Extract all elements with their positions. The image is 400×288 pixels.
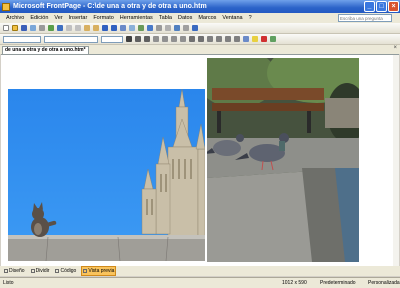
bullets-icon[interactable]: [216, 36, 222, 42]
paste-icon[interactable]: [84, 25, 90, 31]
underline-icon[interactable]: [144, 36, 150, 42]
new-page-icon[interactable]: [3, 25, 9, 31]
open-folder-icon[interactable]: [12, 25, 18, 31]
folder-list-icon[interactable]: [174, 25, 180, 31]
justify-icon[interactable]: [180, 36, 186, 42]
page-preview-area: [1, 54, 399, 266]
close-button[interactable]: ×: [388, 1, 399, 12]
insert-table-icon[interactable]: [129, 25, 135, 31]
toolbar-options-icon[interactable]: [270, 36, 276, 42]
menu-tools[interactable]: Herramientas: [120, 15, 153, 21]
font-color-icon[interactable]: [261, 36, 267, 42]
publish-icon[interactable]: [30, 25, 36, 31]
menu-format[interactable]: Formato: [93, 15, 113, 21]
window-title: Microsoft FrontPage - C:\de una a otra y…: [13, 3, 207, 10]
tab-design[interactable]: Diseño: [3, 267, 26, 275]
menu-window[interactable]: Ventana: [222, 15, 242, 21]
vertical-scrollbar[interactable]: [393, 55, 399, 266]
menu-data[interactable]: Datos: [178, 15, 192, 21]
cat-cathedral-image: [8, 89, 205, 261]
preview-in-browser-icon[interactable]: [48, 25, 54, 31]
help-icon[interactable]: [192, 25, 198, 31]
bold-icon[interactable]: [126, 36, 132, 42]
tab-preview[interactable]: Vista previa: [81, 266, 117, 276]
font-dropdown[interactable]: [44, 35, 98, 43]
style-dropdown[interactable]: [3, 35, 41, 43]
numbering-icon[interactable]: [207, 36, 213, 42]
insert-picture-icon[interactable]: [138, 25, 144, 31]
increase-font-icon[interactable]: [189, 36, 195, 42]
increase-indent-icon[interactable]: [234, 36, 240, 42]
decrease-font-icon[interactable]: [198, 36, 204, 42]
spelling-icon[interactable]: [57, 25, 63, 31]
format-painter-icon[interactable]: [93, 25, 99, 31]
cut-icon[interactable]: [66, 25, 72, 31]
pigeons-photo: [207, 58, 359, 262]
document-tab-bar: de una a otra y de otra a uno.htm* ×: [0, 45, 400, 54]
design-view-icon: [4, 269, 8, 273]
menu-help[interactable]: ?: [249, 15, 252, 21]
hyperlink-icon[interactable]: [147, 25, 153, 31]
highlight-color-icon[interactable]: [252, 36, 258, 42]
menu-table[interactable]: Tabla: [159, 15, 172, 21]
style-indicator[interactable]: Personalizada: [368, 280, 400, 286]
formatting-toolbar: [0, 34, 400, 45]
redo-icon[interactable]: [111, 25, 117, 31]
web-component-icon[interactable]: [120, 25, 126, 31]
view-tabs-bar: Diseño Dividir Código Vista previa: [0, 266, 400, 276]
align-center-icon[interactable]: [162, 36, 168, 42]
save-icon[interactable]: [21, 25, 27, 31]
page-size-indicator[interactable]: 1012 x 590: [282, 280, 307, 286]
pigeons-image: [207, 58, 359, 262]
split-view-icon: [30, 269, 35, 273]
show-all-icon[interactable]: [183, 25, 189, 31]
menu-edit[interactable]: Edición: [30, 15, 48, 21]
align-left-icon[interactable]: [153, 36, 159, 42]
mode-indicator[interactable]: Predeterminado: [320, 280, 356, 286]
stop-icon[interactable]: [165, 25, 171, 31]
frontpage-app-icon: [2, 2, 10, 11]
refresh-icon[interactable]: [156, 25, 162, 31]
status-bar: Listo 1012 x 590 Predeterminado Personal…: [0, 277, 400, 288]
menu-bar: Archivo Edición Ver Insertar Formato Her…: [0, 13, 400, 23]
tab-code[interactable]: Código: [54, 267, 77, 275]
window-title-bar: Microsoft FrontPage - C:\de una a otra y…: [0, 0, 400, 13]
menu-insert[interactable]: Insertar: [69, 15, 88, 21]
help-question-input[interactable]: Escriba una pregunta: [338, 14, 392, 22]
minimize-button[interactable]: _: [364, 1, 375, 12]
print-icon[interactable]: [39, 25, 45, 31]
maximize-button[interactable]: □: [376, 1, 387, 12]
menu-view[interactable]: Ver: [54, 15, 62, 21]
undo-icon[interactable]: [102, 25, 108, 31]
code-view-icon: [55, 269, 60, 273]
cat-cathedral-photo: [8, 89, 205, 261]
copy-icon[interactable]: [75, 25, 81, 31]
tab-split[interactable]: Dividir: [30, 267, 51, 275]
standard-toolbar: [0, 23, 400, 34]
menu-frames[interactable]: Marcos: [198, 15, 216, 21]
italic-icon[interactable]: [135, 36, 141, 42]
align-right-icon[interactable]: [171, 36, 177, 42]
preview-view-icon: [83, 269, 88, 273]
font-size-dropdown[interactable]: [101, 35, 123, 43]
document-tab[interactable]: de una a otra y de otra a uno.htm*: [2, 46, 89, 54]
status-text: Listo: [3, 280, 14, 286]
close-document-icon[interactable]: ×: [393, 45, 397, 51]
menu-file[interactable]: Archivo: [6, 15, 24, 21]
borders-icon[interactable]: [243, 36, 249, 42]
decrease-indent-icon[interactable]: [225, 36, 231, 42]
